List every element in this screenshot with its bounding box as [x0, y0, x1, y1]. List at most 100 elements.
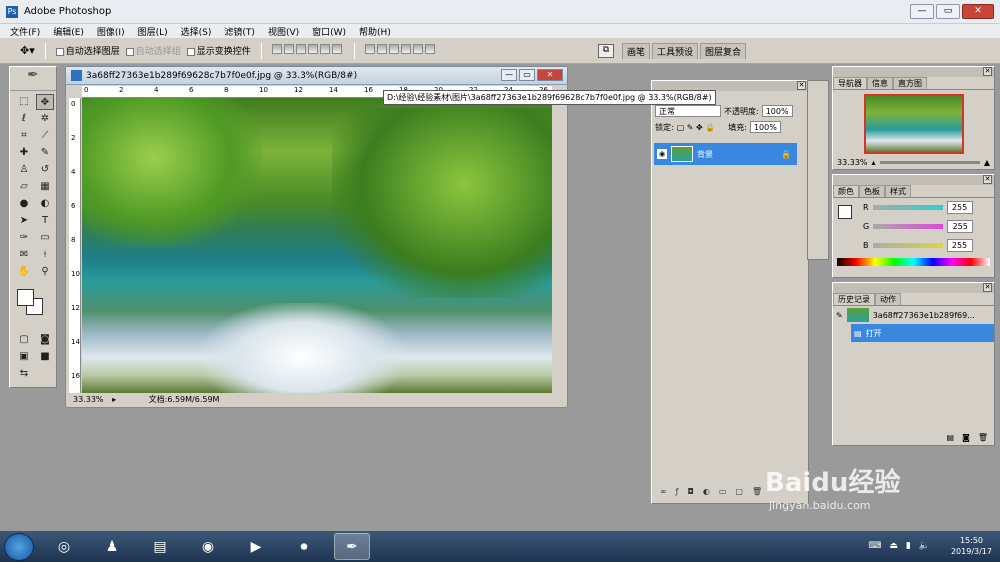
- tab-actions[interactable]: 动作: [875, 293, 901, 305]
- eraser-tool-icon[interactable]: ▱: [15, 179, 33, 195]
- hand-tool-icon[interactable]: ✋: [15, 264, 33, 280]
- screen-mode-icon[interactable]: ▣: [15, 349, 33, 365]
- fullscreen-mode-icon[interactable]: ■: [36, 349, 54, 365]
- slice-tool-icon[interactable]: ⟋: [36, 128, 54, 144]
- taskbar-app-photoshop[interactable]: ✒: [334, 533, 370, 560]
- new-group-icon[interactable]: ▭: [719, 487, 727, 501]
- brush-tool-icon[interactable]: ✎: [36, 145, 54, 161]
- eye-icon[interactable]: ◉: [657, 149, 667, 159]
- mask-icon[interactable]: ◘: [688, 487, 694, 501]
- clone-stamp-tool-icon[interactable]: ♙: [15, 162, 33, 178]
- dodge-tool-icon[interactable]: ◐: [36, 196, 54, 212]
- navigator-zoom-value[interactable]: 33.33%: [837, 158, 868, 167]
- zoom-tool-icon[interactable]: ⚲: [36, 264, 54, 280]
- channel-value-r[interactable]: 255: [946, 201, 973, 214]
- restore-button[interactable]: ▭: [936, 4, 960, 19]
- auto-select-layer-checkbox[interactable]: 自动选择图层: [55, 44, 120, 57]
- distribute-bottom-icon[interactable]: [388, 44, 399, 54]
- tab-histogram[interactable]: 直方图: [893, 77, 927, 89]
- tab-layer-comps[interactable]: 图层复合: [700, 43, 747, 59]
- menu-select[interactable]: 选择(S): [181, 25, 212, 38]
- foreground-color-swatch[interactable]: [17, 289, 34, 306]
- link-icon[interactable]: ∞: [660, 487, 667, 501]
- status-menu-icon[interactable]: ▸: [112, 395, 116, 404]
- trash-icon[interactable]: 🗑: [752, 487, 762, 501]
- layer-style-icon[interactable]: ƒ: [676, 487, 679, 501]
- menu-layer[interactable]: 图层(L): [138, 25, 168, 38]
- navigator-thumbnail[interactable]: [863, 94, 964, 154]
- keyboard-icon[interactable]: ⌨: [868, 541, 881, 551]
- close-button[interactable]: ✕: [962, 4, 994, 19]
- adjustment-layer-icon[interactable]: ◐: [703, 487, 710, 501]
- align-hcenter-icon[interactable]: [319, 44, 330, 54]
- tab-tool-presets[interactable]: 工具预设: [652, 43, 699, 59]
- taskbar-app-media[interactable]: ▶: [238, 533, 274, 560]
- minimize-button[interactable]: —: [910, 4, 934, 19]
- quick-mask-icon[interactable]: ◙: [36, 332, 54, 348]
- usb-icon[interactable]: ⏏: [889, 541, 898, 551]
- distribute-left-icon[interactable]: [400, 44, 411, 54]
- align-vcenter-icon[interactable]: [283, 44, 294, 54]
- taskbar-app-360[interactable]: ◎: [46, 533, 82, 560]
- tab-swatches[interactable]: 色板: [859, 185, 885, 197]
- align-right-icon[interactable]: [331, 44, 342, 54]
- color-spectrum-bar[interactable]: [837, 258, 990, 266]
- clock[interactable]: 15:50 2019/3/17: [951, 535, 992, 557]
- menu-view[interactable]: 视图(V): [268, 25, 299, 38]
- blur-tool-icon[interactable]: ●: [15, 196, 33, 212]
- taskbar-app-recorder[interactable]: ⏺: [286, 533, 322, 560]
- align-bottom-icon[interactable]: [295, 44, 306, 54]
- network-icon[interactable]: ▮: [906, 541, 911, 551]
- show-transform-checkbox[interactable]: 显示变换控件: [186, 44, 251, 57]
- navigator-close-button[interactable]: ✕: [983, 67, 992, 76]
- zoom-level[interactable]: 33.33%: [73, 395, 104, 404]
- taskbar-app-firefox[interactable]: ◉: [190, 533, 226, 560]
- standard-mode-icon[interactable]: ▢: [15, 332, 33, 348]
- jump-to-imageready-icon[interactable]: ⇆: [15, 366, 33, 382]
- file-browser-icon[interactable]: ⧉: [598, 44, 614, 58]
- distribute-vcenter-icon[interactable]: [376, 44, 387, 54]
- healing-brush-tool-icon[interactable]: ✚: [15, 145, 33, 161]
- tab-history[interactable]: 历史记录: [833, 293, 875, 305]
- menu-window[interactable]: 窗口(W): [312, 25, 346, 38]
- history-close-button[interactable]: ✕: [983, 283, 992, 292]
- channel-slider-g[interactable]: [873, 224, 944, 229]
- doc-maximize-button[interactable]: ▭: [519, 69, 535, 81]
- menu-edit[interactable]: 编辑(E): [53, 25, 84, 38]
- zoom-in-icon[interactable]: ▲: [984, 158, 990, 167]
- channel-slider-b[interactable]: [872, 243, 943, 248]
- channel-value-g[interactable]: 255: [947, 220, 974, 233]
- lasso-tool-icon[interactable]: ℓ: [15, 111, 33, 127]
- volume-icon[interactable]: 🔈: [919, 541, 930, 551]
- menu-help[interactable]: 帮助(H): [359, 25, 391, 38]
- move-tool-preset-icon[interactable]: ✥▾: [20, 44, 35, 57]
- history-trash-icon[interactable]: 🗑: [978, 433, 988, 442]
- history-brush-tool-icon[interactable]: ↺: [36, 162, 54, 178]
- tab-info[interactable]: 信息: [867, 77, 893, 89]
- move-tool-icon[interactable]: ✥: [36, 94, 54, 110]
- fill-input[interactable]: 100%: [749, 121, 781, 133]
- document-title-bar[interactable]: 3a68ff27363e1b289f69628c7b7f0e0f.jpg @ 3…: [66, 67, 567, 85]
- color-fg-swatch[interactable]: [838, 205, 852, 219]
- auto-select-group-checkbox[interactable]: 自动选择组: [125, 44, 181, 57]
- panel-close-button[interactable]: ✕: [797, 81, 806, 90]
- distribute-right-icon[interactable]: [424, 44, 435, 54]
- history-step[interactable]: ▤ 打开: [851, 324, 994, 342]
- layer-row[interactable]: ◉ 背景 🔒: [654, 143, 797, 165]
- opacity-input[interactable]: 100%: [761, 105, 793, 117]
- channel-value-b[interactable]: 255: [946, 239, 973, 252]
- canvas-image[interactable]: [82, 98, 552, 393]
- eyedropper-tool-icon[interactable]: ⟊: [36, 247, 54, 263]
- distribute-top-icon[interactable]: [364, 44, 375, 54]
- zoom-out-icon[interactable]: ▴: [872, 158, 876, 167]
- start-button[interactable]: [4, 532, 34, 561]
- history-snapshot[interactable]: ✎ 3a68ff27363e1b289f69...: [833, 306, 994, 324]
- tab-navigator[interactable]: 导航器: [833, 77, 867, 89]
- type-tool-icon[interactable]: T: [36, 213, 54, 229]
- history-brush-source-icon[interactable]: ✎: [836, 311, 843, 320]
- new-snapshot-icon[interactable]: ◙: [962, 433, 970, 442]
- menu-image[interactable]: 图像(I): [97, 25, 125, 38]
- crop-tool-icon[interactable]: ⌗: [15, 128, 33, 144]
- magic-wand-tool-icon[interactable]: ✲: [36, 111, 54, 127]
- path-selection-tool-icon[interactable]: ➤: [15, 213, 33, 229]
